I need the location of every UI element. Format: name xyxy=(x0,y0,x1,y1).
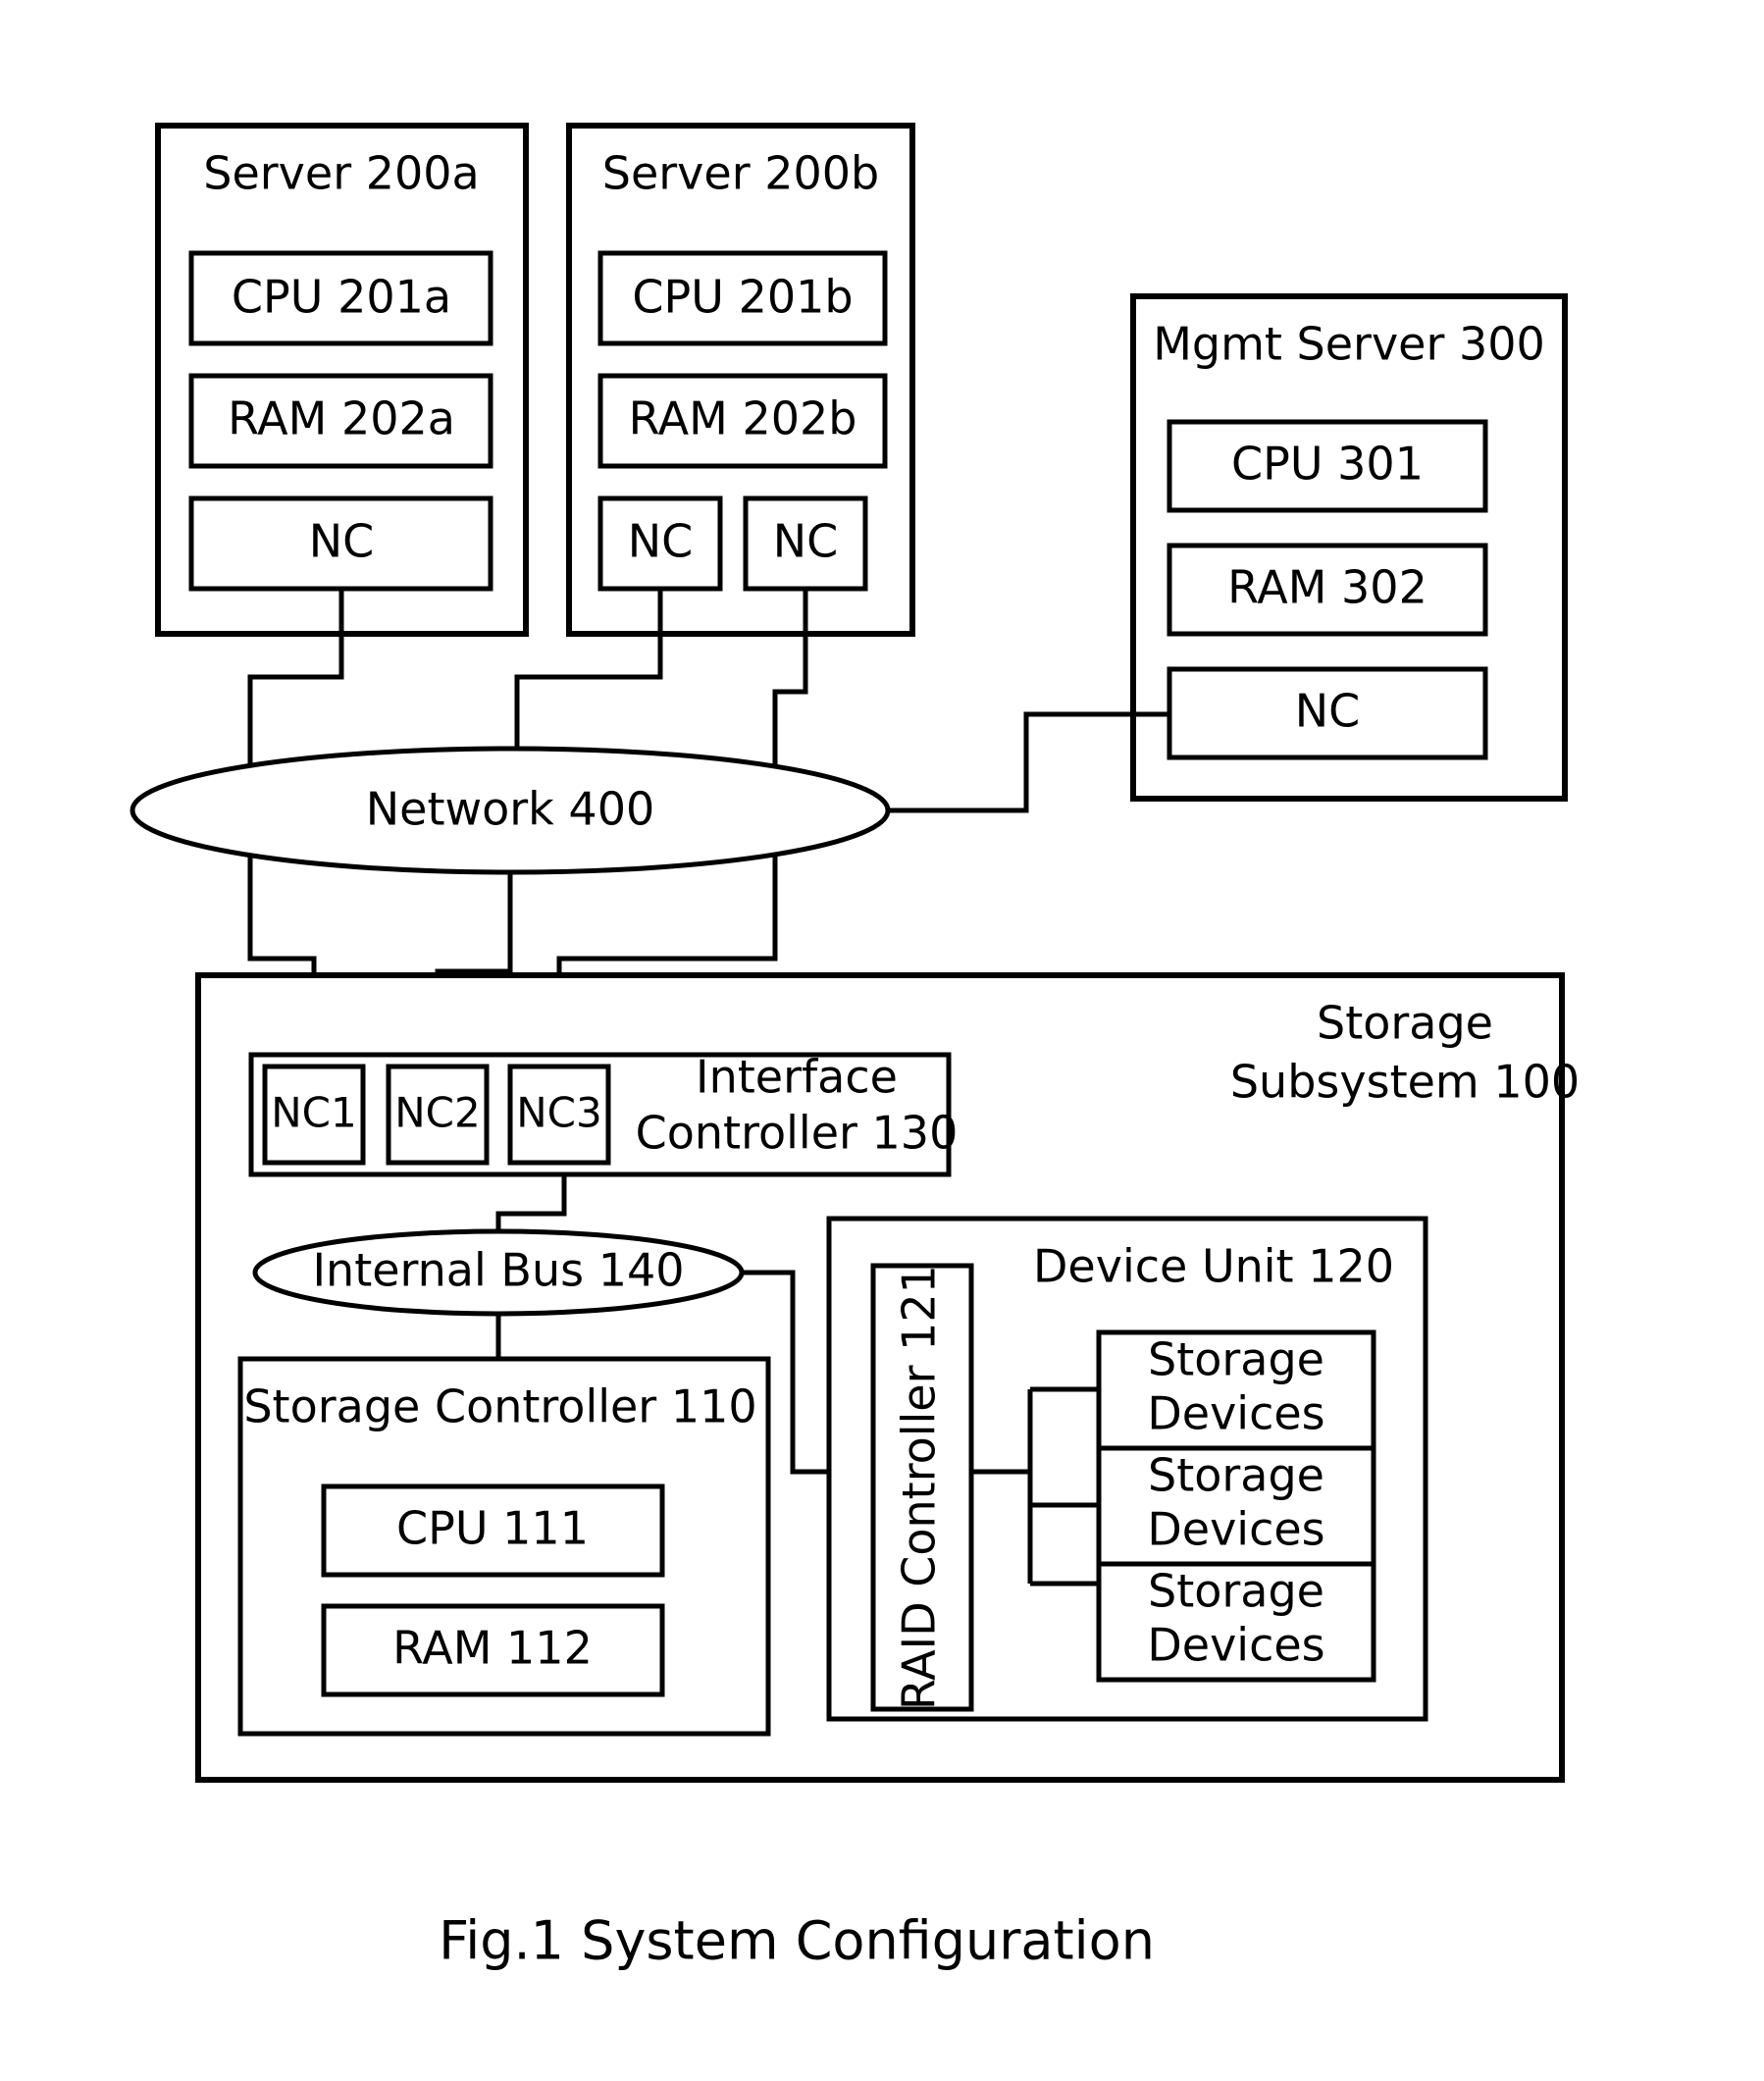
device-unit-120-title: Device Unit 120 xyxy=(1033,1240,1394,1293)
server-200a-group: Server 200a CPU 201a RAM 202a NC xyxy=(155,123,529,637)
server-200a-ram-label: RAM 202a xyxy=(228,392,455,445)
mgmt-server-nc-label: NC xyxy=(1295,685,1361,738)
system-configuration-diagram: Server 200a CPU 201a RAM 202a NC Server … xyxy=(130,123,1580,1972)
storage-subsystem-title-line2: Subsystem 100 xyxy=(1230,1056,1580,1109)
wire-network-to-mgmt-nc xyxy=(888,711,1169,813)
interface-nc2-label: NC2 xyxy=(394,1089,480,1137)
server-200b-ram-label: RAM 202b xyxy=(629,392,857,445)
server-200a-nc-label: NC xyxy=(309,515,375,568)
storage-controller-ram-label: RAM 112 xyxy=(392,1622,593,1675)
storage-device-2-line2: Devices xyxy=(1147,1503,1324,1556)
server-200a-cpu-label: CPU 201a xyxy=(232,271,451,324)
internal-bus-140-label: Internal Bus 140 xyxy=(312,1244,684,1297)
mgmt-server-ram-label: RAM 302 xyxy=(1227,561,1427,614)
storage-device-1-line1: Storage xyxy=(1148,1333,1324,1386)
server-200a-title: Server 200a xyxy=(203,147,479,200)
internal-bus-140-group: Internal Bus 140 xyxy=(252,1228,745,1317)
storage-device-3-line1: Storage xyxy=(1148,1565,1324,1618)
interface-nc1-label: NC1 xyxy=(271,1089,356,1137)
mgmt-server-cpu-label: CPU 301 xyxy=(1231,438,1424,491)
storage-device-3-line2: Devices xyxy=(1147,1619,1324,1672)
mgmt-server-300-title: Mgmt Server 300 xyxy=(1153,318,1545,371)
server-200b-cpu-label: CPU 201b xyxy=(632,271,853,324)
network-400-label: Network 400 xyxy=(366,783,655,836)
storage-controller-110-title: Storage Controller 110 xyxy=(243,1380,756,1433)
figure-root: Server 200a CPU 201a RAM 202a NC Server … xyxy=(0,0,1764,2081)
server-200b-nc1-label: NC xyxy=(628,515,694,568)
raid-controller-121-label: RAID Controller 121 xyxy=(893,1265,946,1710)
interface-nc3-label: NC3 xyxy=(516,1089,601,1137)
server-200b-group: Server 200b CPU 201b RAM 202b NC NC xyxy=(566,123,915,637)
storage-subsystem-title-line1: Storage xyxy=(1317,997,1493,1050)
storage-controller-cpu-label: CPU 111 xyxy=(396,1502,589,1555)
storage-controller-110-group: Storage Controller 110 CPU 111 RAM 112 xyxy=(237,1356,771,1737)
interface-controller-title-line1: Interface xyxy=(696,1051,898,1104)
server-200b-title: Server 200b xyxy=(602,147,879,200)
interface-controller-130-group: NC1 NC2 NC3 Interface Controller 130 xyxy=(248,1051,959,1177)
server-200b-nc2-label: NC xyxy=(773,515,839,568)
storage-device-1-line2: Devices xyxy=(1147,1387,1324,1440)
interface-controller-title-line2: Controller 130 xyxy=(636,1107,959,1160)
mgmt-server-300-group: Mgmt Server 300 CPU 301 RAM 302 NC xyxy=(1130,293,1568,802)
figure-caption: Fig.1 System Configuration xyxy=(439,1910,1155,1972)
device-unit-120-group: Device Unit 120 RAID Controller 121 Stor… xyxy=(826,1216,1428,1722)
storage-device-2-line1: Storage xyxy=(1148,1449,1324,1502)
